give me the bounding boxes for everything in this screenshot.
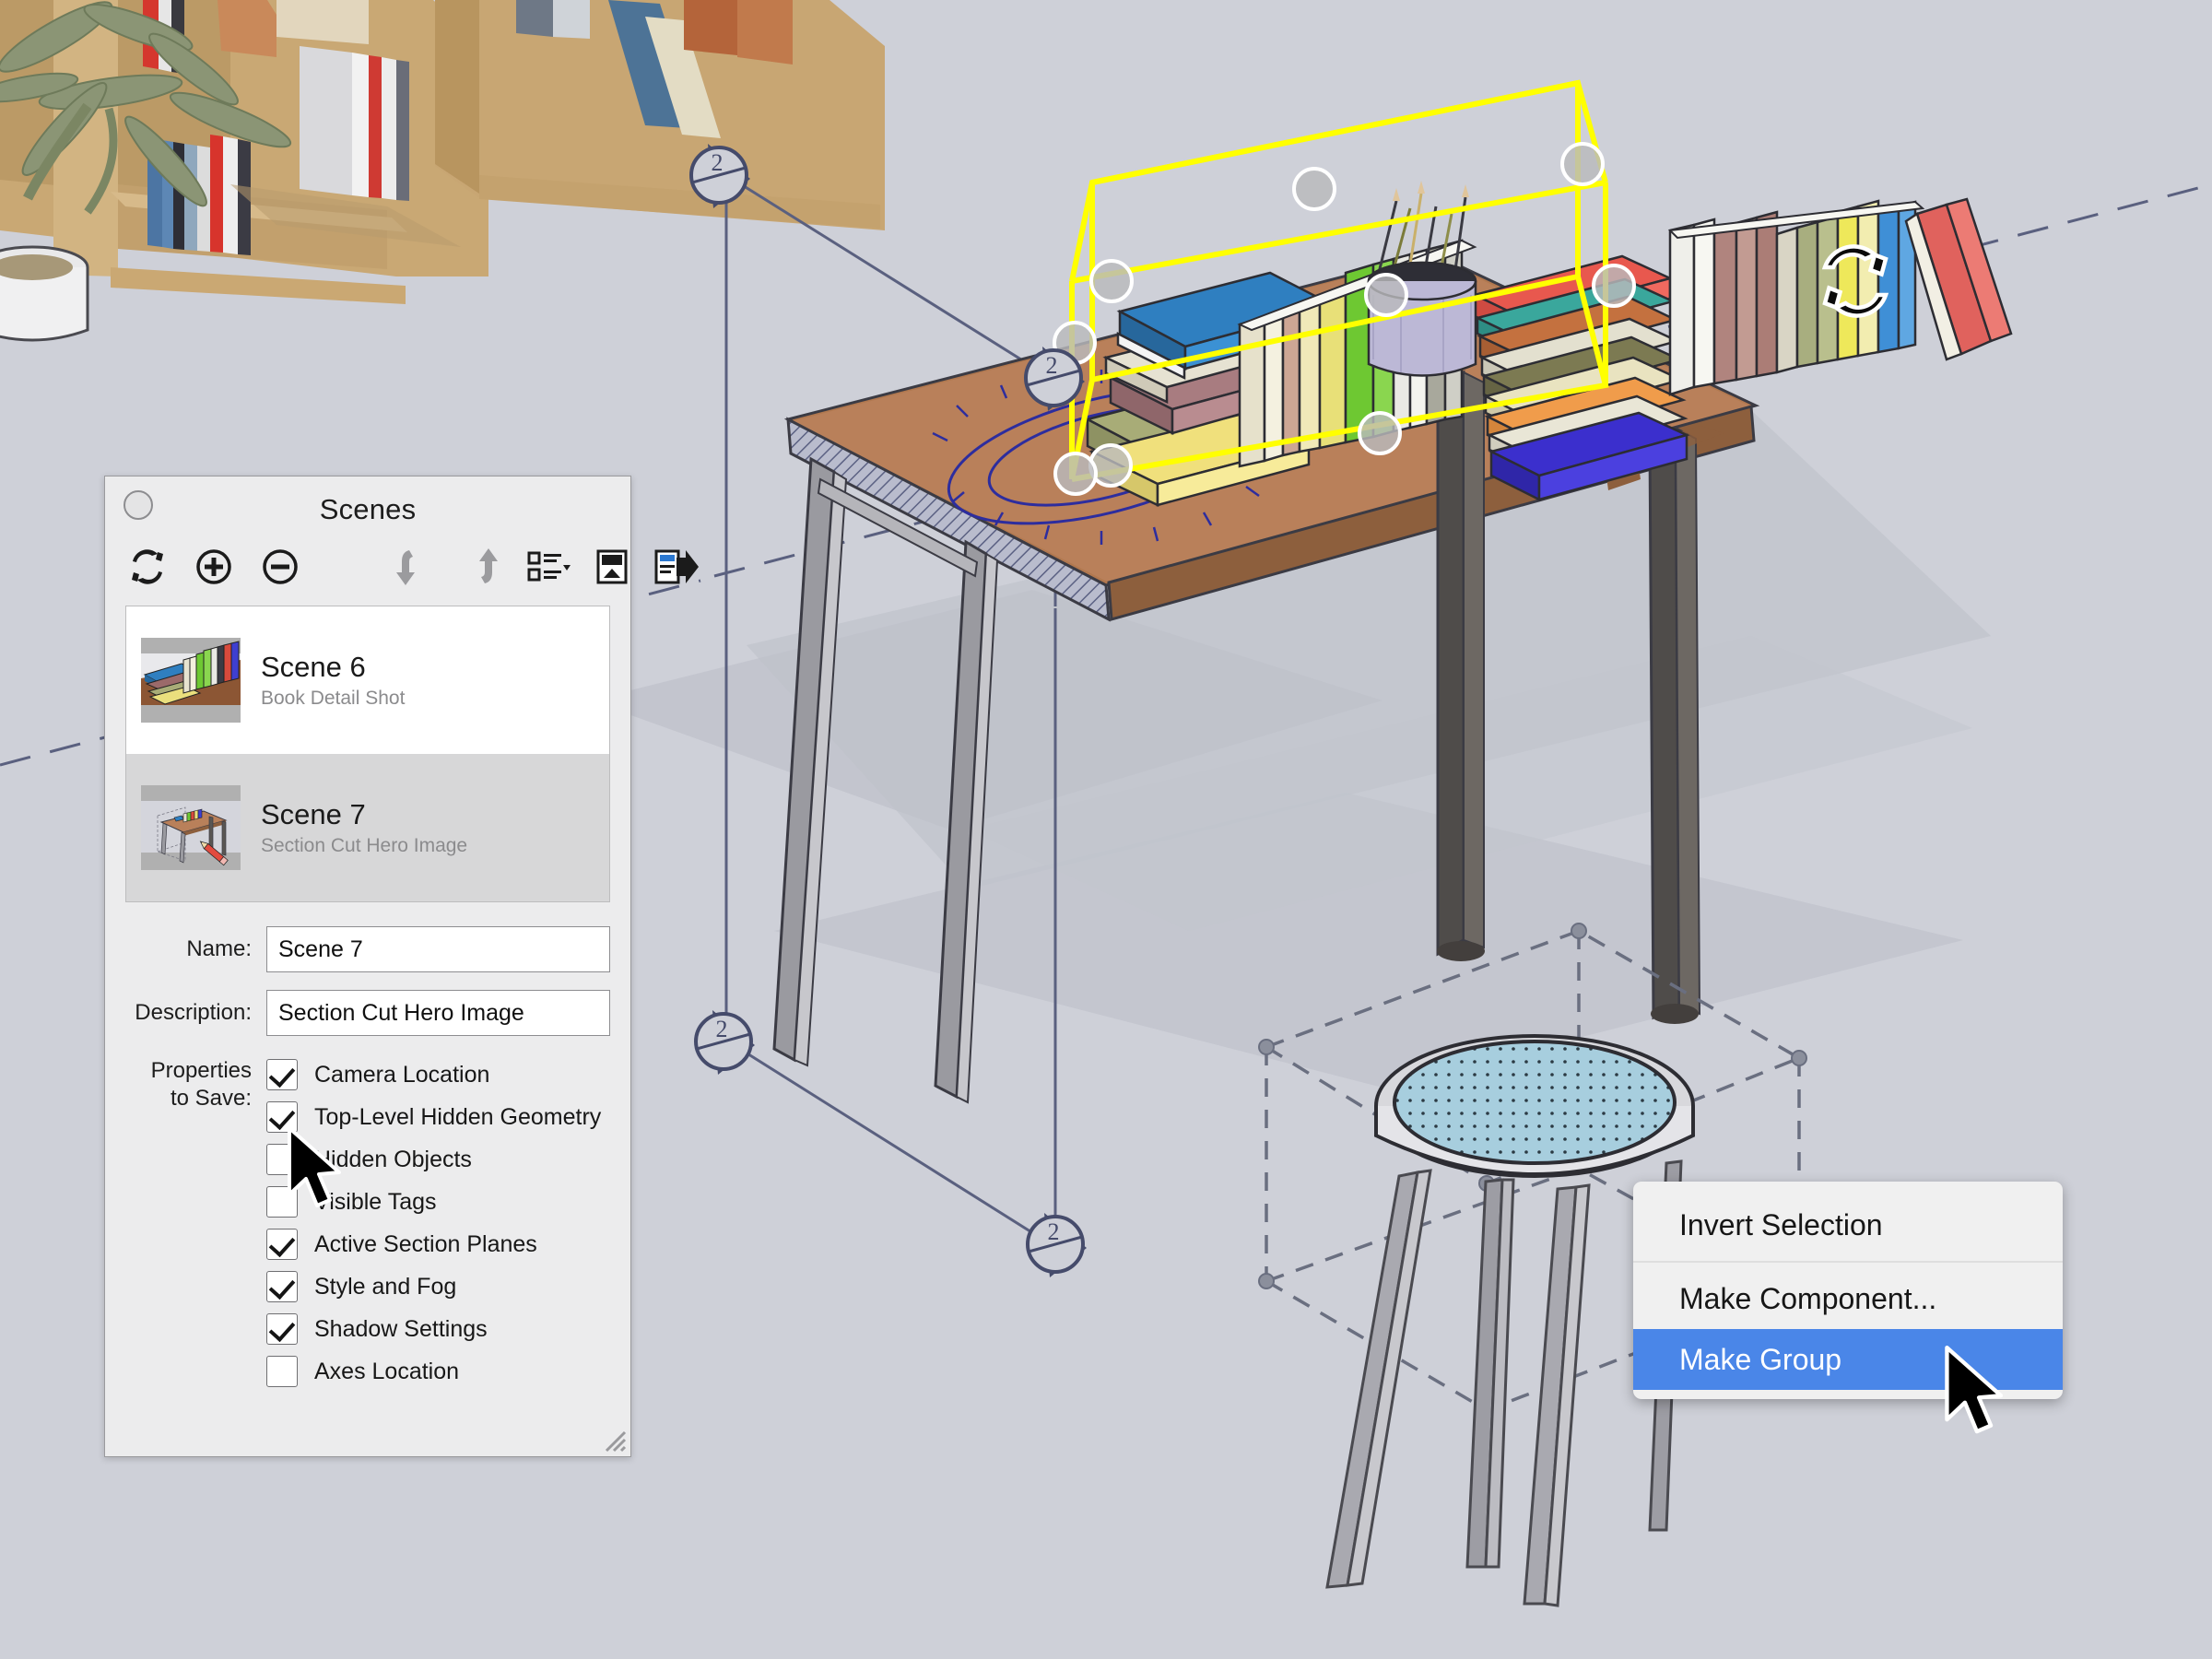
property-row-0[interactable]: Camera Location [266,1053,610,1096]
description-input[interactable]: Section Cut Hero Image [266,990,610,1036]
scene-list-item-1[interactable]: Scene 7 Section Cut Hero Image [126,754,609,901]
context-menu-item-0[interactable]: Invert Selection [1633,1194,2063,1255]
properties-label-line2: to Save: [170,1086,252,1111]
mouse-cursor-menu [1945,1346,2004,1434]
scene-list-item-0[interactable]: Scene 6 Book Detail Shot [126,606,609,754]
property-row-5[interactable]: Style and Fog [266,1265,610,1308]
name-row: Name: Scene 7 [125,926,610,972]
sync-icon[interactable] [1821,244,1889,318]
property-checkbox-7[interactable] [266,1356,298,1387]
save-icon[interactable] [586,541,638,593]
add-scene-icon[interactable] [188,541,240,593]
mouse-cursor-panel [288,1126,341,1207]
property-checkbox-6[interactable] [266,1313,298,1345]
properties-to-save-label: Properties to Save: [125,1053,266,1393]
scene-thumbnail-0 [141,638,241,723]
name-label: Name: [186,936,252,961]
property-label-1: Top-Level Hidden Geometry [314,1103,602,1130]
property-label-0: Camera Location [314,1061,490,1088]
property-label-6: Shadow Settings [314,1315,488,1342]
scene-description-1: Section Cut Hero Image [261,835,468,857]
panel-toolbar[interactable] [105,535,699,602]
scene-list[interactable]: Scene 6 Book Detail Shot Scene 7 Section… [125,606,610,902]
update-scene-icon[interactable] [122,541,173,593]
view-options-icon[interactable] [522,541,573,593]
scene-description-0: Book Detail Shot [261,688,406,710]
name-input[interactable]: Scene 7 [266,926,610,972]
scenes-panel[interactable]: Scenes Scene 6 Book Detail Shot Scene 7 … [104,476,699,1457]
properties-label-line1: Properties [150,1058,252,1083]
panel-resize-grip[interactable] [599,1425,627,1453]
property-label-7: Axes Location [314,1358,460,1384]
move-scene-up-icon[interactable] [453,541,505,593]
properties-to-save-block: Properties to Save: Camera Location Top-L… [125,1053,610,1393]
property-row-6[interactable]: Shadow Settings [266,1308,610,1350]
properties-checklist[interactable]: Camera Location Top-Level Hidden Geometry… [266,1053,610,1393]
scene-thumbnail-1 [141,785,241,870]
description-row: Description: Section Cut Hero Image [125,990,610,1036]
property-checkbox-5[interactable] [266,1271,298,1302]
property-checkbox-0[interactable] [266,1059,298,1090]
panel-title: Scenes [319,493,417,525]
property-row-7[interactable]: Axes Location [266,1350,610,1393]
description-label: Description: [135,1000,252,1025]
property-label-5: Style and Fog [314,1273,457,1300]
panel-titlebar[interactable]: Scenes [105,477,630,535]
scene-form: Name: Scene 7 Description: Section Cut H… [125,926,610,1036]
property-checkbox-4[interactable] [266,1229,298,1260]
property-label-4: Active Section Planes [314,1230,537,1257]
property-row-4[interactable]: Active Section Planes [266,1223,610,1265]
scene-name-1: Scene 7 [261,797,366,830]
remove-scene-icon[interactable] [254,541,306,593]
context-menu-item-1[interactable]: Make Component... [1633,1268,2063,1329]
context-menu-separator [1633,1261,2063,1263]
export-icon[interactable] [649,541,700,593]
scene-name-0: Scene 6 [261,650,366,683]
move-scene-down-icon[interactable] [389,541,441,593]
